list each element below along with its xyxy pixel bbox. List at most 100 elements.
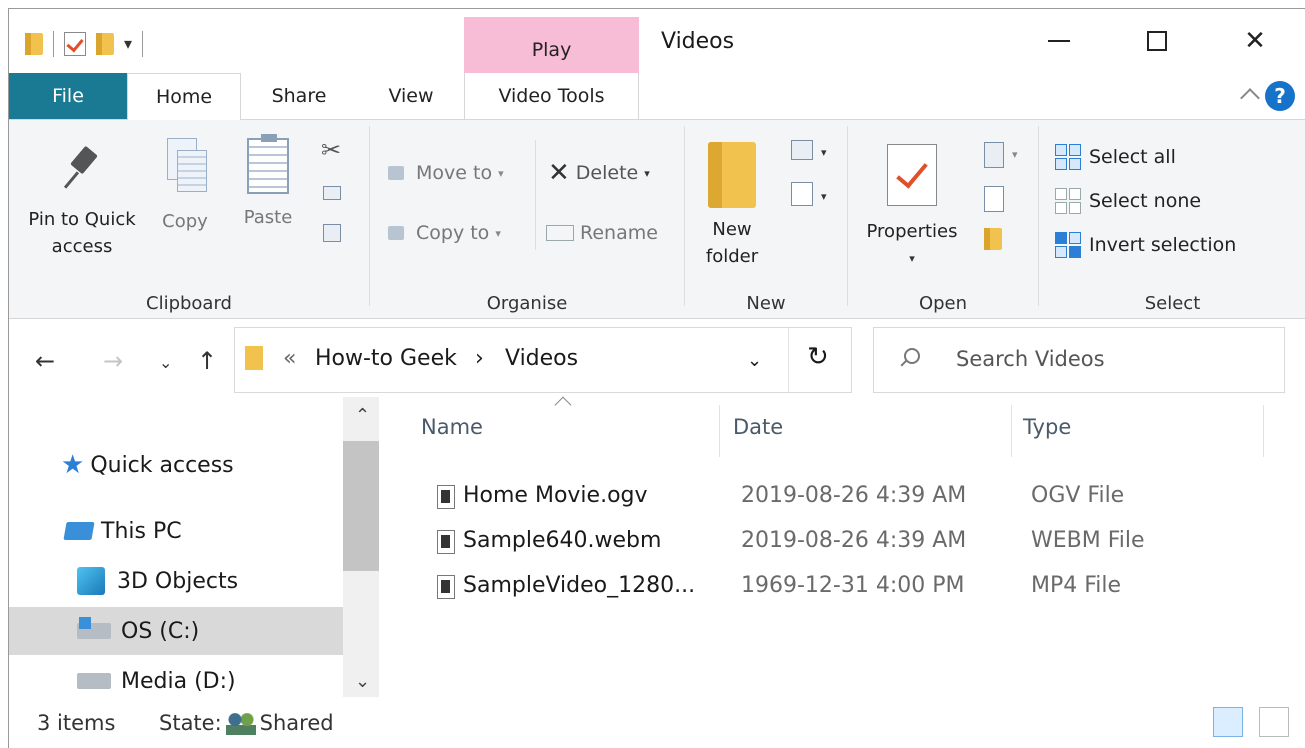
- tab-share[interactable]: Share: [259, 73, 339, 119]
- copy-path-icon[interactable]: [323, 186, 341, 200]
- chevron-down-icon: ⌄: [159, 353, 173, 372]
- paste-button[interactable]: Paste: [235, 134, 301, 231]
- search-box[interactable]: [873, 327, 1285, 393]
- file-name: Sample640.webm: [463, 528, 662, 553]
- video-file-icon: [437, 485, 455, 509]
- address-dropdown-icon[interactable]: ⌄: [747, 350, 762, 371]
- file-row[interactable]: SampleVideo_1280... 1969-12-31 4:00 PM M…: [429, 565, 1229, 609]
- open-icon[interactable]: [984, 142, 1004, 168]
- nav-item-this-pc[interactable]: This PC: [9, 507, 344, 555]
- move-to-button[interactable]: Move to ▾: [386, 162, 504, 184]
- large-icons-view-button[interactable]: [1259, 707, 1289, 737]
- new-folder-icon[interactable]: [96, 33, 114, 55]
- delete-button[interactable]: ✕ Delete ▾: [548, 160, 650, 186]
- properties-icon[interactable]: [64, 32, 86, 56]
- column-header-type[interactable]: Type: [1023, 415, 1071, 439]
- invert-selection-label: Invert selection: [1089, 234, 1237, 256]
- open-group-label: Open: [918, 293, 968, 314]
- copy-to-label: Copy to: [416, 222, 490, 244]
- organise-group-label: Organise: [486, 293, 568, 314]
- new-folder-button[interactable]: New folder: [697, 142, 767, 270]
- quick-access-toolbar: ▾: [25, 31, 144, 57]
- select-none-button[interactable]: Select none: [1055, 188, 1201, 214]
- scrollbar-thumb[interactable]: [343, 441, 379, 571]
- tab-file[interactable]: File: [9, 73, 127, 119]
- pin-to-quick-access-button[interactable]: Pin to Quick access: [17, 146, 147, 260]
- dropdown-icon: ▾: [495, 226, 501, 240]
- select-all-label: Select all: [1089, 146, 1176, 168]
- customize-toolbar-icon[interactable]: ▾: [124, 36, 132, 52]
- nav-item-3d-objects[interactable]: 3D Objects: [9, 557, 344, 605]
- cut-icon[interactable]: ✂: [321, 136, 341, 164]
- file-row[interactable]: Sample640.webm 2019-08-26 4:39 AM WEBM F…: [429, 520, 1229, 564]
- new-item-icon[interactable]: [791, 140, 813, 160]
- properties-button[interactable]: Properties ▾: [854, 144, 970, 272]
- help-icon[interactable]: ?: [1265, 81, 1295, 111]
- file-date: 2019-08-26 4:39 AM: [741, 528, 967, 553]
- scroll-down-icon[interactable]: ⌄: [355, 671, 370, 692]
- maximize-button[interactable]: [1127, 21, 1187, 61]
- play-context-tab[interactable]: Play: [464, 17, 639, 73]
- minimize-button[interactable]: [1029, 21, 1089, 61]
- invert-selection-button[interactable]: Invert selection: [1055, 232, 1236, 258]
- history-icon[interactable]: [984, 228, 1002, 250]
- toolbar-divider: [53, 31, 54, 57]
- forward-button[interactable]: →: [103, 347, 123, 375]
- up-button[interactable]: ↑: [197, 347, 217, 375]
- search-input[interactable]: [956, 344, 1256, 374]
- easy-access-icon[interactable]: [791, 182, 813, 206]
- select-all-button[interactable]: Select all: [1055, 144, 1176, 170]
- column-header-name[interactable]: Name: [421, 415, 483, 439]
- back-button[interactable]: ←: [35, 347, 55, 375]
- explorer-window: ▾ Play Videos ✕ File Home Share View Vid…: [8, 8, 1305, 748]
- pin-icon: [62, 146, 102, 190]
- star-icon: ★: [61, 450, 85, 480]
- tab-home[interactable]: Home: [127, 73, 241, 120]
- column-divider[interactable]: [1011, 405, 1012, 457]
- nav-item-os-c[interactable]: OS (C:): [9, 607, 344, 655]
- clipboard-group-label: Clipboard: [146, 293, 232, 314]
- address-divider: [788, 328, 789, 392]
- video-file-icon: [437, 530, 455, 554]
- address-bar[interactable]: « How-to Geek › Videos ⌄ ↻: [234, 327, 852, 393]
- scroll-up-icon[interactable]: ⌃: [355, 405, 370, 426]
- column-divider[interactable]: [1263, 405, 1264, 457]
- dropdown-icon: ▾: [1012, 148, 1018, 161]
- up-arrow-icon: ↑: [197, 347, 218, 375]
- ribbon-tabs: File Home Share View Video Tools ?: [9, 73, 1305, 120]
- edit-icon[interactable]: [984, 186, 1004, 212]
- state-label: State:: [159, 711, 222, 735]
- nav-scrollbar[interactable]: ⌃ ⌄: [343, 397, 379, 697]
- collapse-ribbon-icon[interactable]: [1240, 88, 1260, 108]
- breadcrumb-how-to-geek[interactable]: How-to Geek: [315, 346, 457, 371]
- breadcrumb-videos[interactable]: Videos: [505, 346, 578, 371]
- column-header-date[interactable]: Date: [733, 415, 783, 439]
- select-none-icon: [1055, 188, 1081, 214]
- paste-label: Paste: [243, 207, 293, 228]
- forward-arrow-icon: →: [103, 347, 124, 375]
- refresh-icon[interactable]: ↻: [807, 342, 829, 372]
- tab-video-tools[interactable]: Video Tools: [464, 73, 639, 119]
- properties-icon: [887, 144, 937, 206]
- new-folder-icon: [708, 142, 756, 208]
- breadcrumb-overflow[interactable]: «: [283, 346, 296, 371]
- rename-button[interactable]: Rename: [546, 222, 658, 244]
- details-view-button[interactable]: [1213, 707, 1243, 737]
- dropdown-icon: ▾: [644, 166, 650, 180]
- drive-icon: [77, 673, 111, 689]
- copy-button[interactable]: Copy: [153, 138, 217, 235]
- column-divider[interactable]: [719, 405, 720, 457]
- tab-view[interactable]: View: [375, 73, 447, 119]
- file-row[interactable]: Home Movie.ogv 2019-08-26 4:39 AM OGV Fi…: [429, 475, 1229, 519]
- rename-icon: [546, 225, 574, 241]
- breadcrumb-separator[interactable]: ›: [475, 346, 484, 371]
- item-count: 3 items: [37, 711, 116, 735]
- paste-shortcut-icon[interactable]: [323, 224, 341, 242]
- copy-to-button[interactable]: Copy to ▾: [386, 222, 501, 244]
- nav-item-quick-access[interactable]: ★ Quick access: [9, 441, 344, 489]
- recent-locations-button[interactable]: ⌄: [159, 353, 172, 372]
- close-button[interactable]: ✕: [1225, 21, 1285, 61]
- file-date: 1969-12-31 4:00 PM: [741, 573, 965, 598]
- nav-item-label: Media (D:): [121, 668, 236, 694]
- search-icon: [904, 348, 920, 364]
